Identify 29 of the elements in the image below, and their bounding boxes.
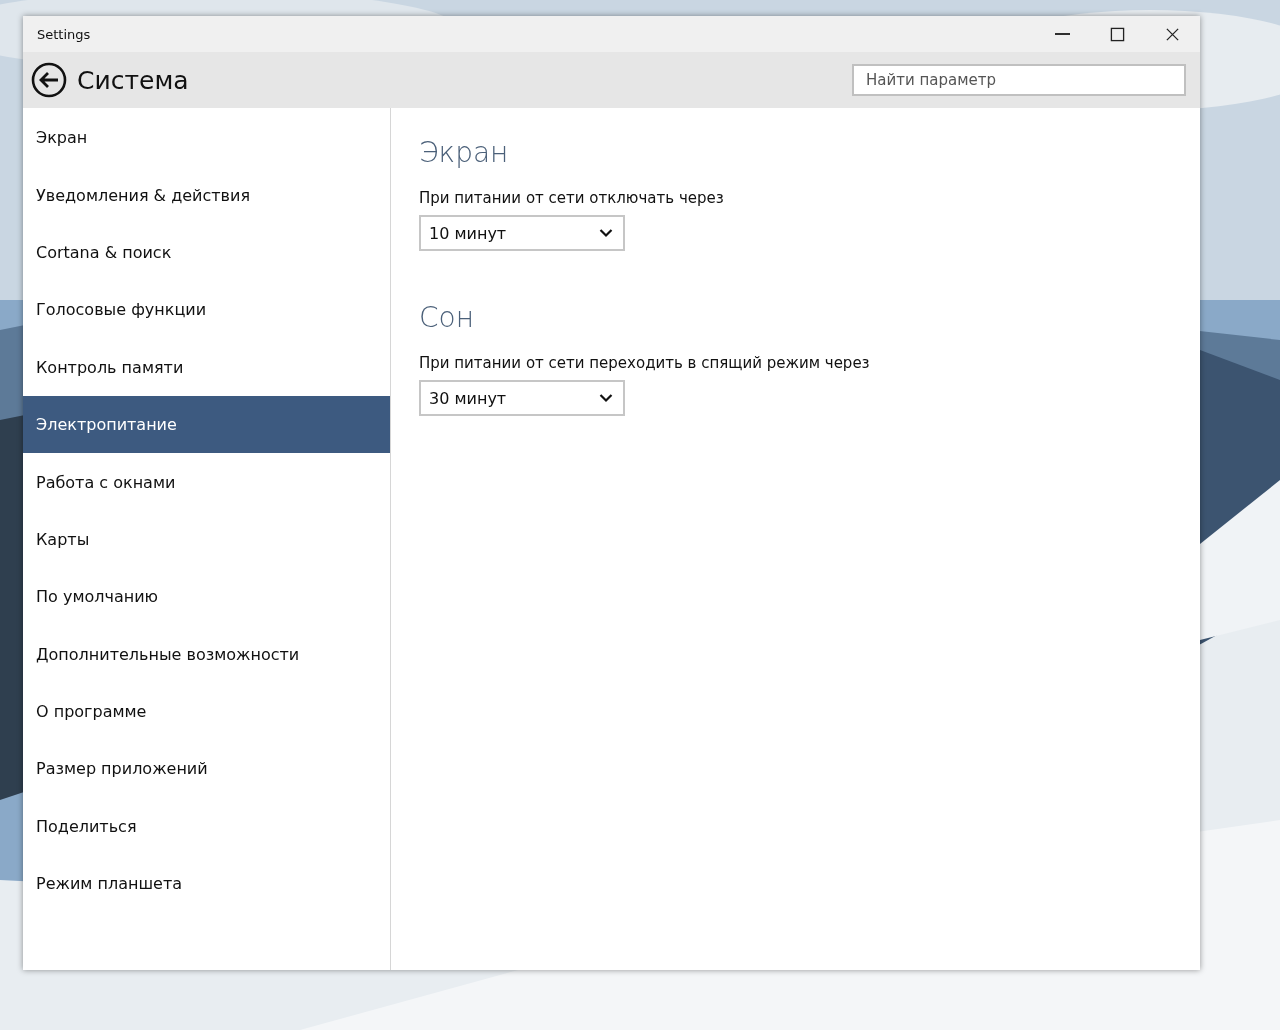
sidebar-item[interactable]: Cortana & поиск xyxy=(23,223,390,282)
close-icon xyxy=(1165,26,1180,42)
dropdown[interactable]: 30 минут xyxy=(419,380,625,416)
section-heading: Сон xyxy=(419,301,474,334)
sidebar-item[interactable]: Голосовые функции xyxy=(23,281,390,339)
sidebar-item[interactable]: Карты xyxy=(23,510,390,569)
sidebar-item[interactable]: Дополнительные возможности xyxy=(23,625,390,683)
sidebar-item[interactable]: Экран xyxy=(23,109,390,167)
search-field[interactable]: Найти параметр xyxy=(852,64,1186,96)
chevron-down-icon xyxy=(599,393,613,403)
back-button[interactable] xyxy=(29,60,69,100)
sidebar-item[interactable]: О программе xyxy=(23,682,390,741)
sidebar-item[interactable]: Режим планшета xyxy=(23,855,390,913)
dropdown[interactable]: 10 минут xyxy=(419,215,625,251)
sidebar-item[interactable]: Уведомления & действия xyxy=(23,166,390,224)
sidebar-item[interactable]: Поделиться xyxy=(23,797,390,856)
maximize-icon xyxy=(1110,26,1125,42)
setting-label: При питании от сети отключать через xyxy=(419,189,724,207)
section-heading: Экран xyxy=(419,136,509,169)
sidebar-item[interactable]: Размер приложений xyxy=(23,740,390,798)
sidebar-item[interactable]: Электропитание xyxy=(23,395,390,454)
page-title: Система xyxy=(77,65,190,95)
sidebar-item[interactable]: Контроль памяти xyxy=(23,338,390,396)
window-title: Settings xyxy=(37,26,91,42)
sidebar-item[interactable]: По умолчанию xyxy=(23,568,390,626)
sidebar-item[interactable]: Работа с окнами xyxy=(23,453,390,511)
minimize-icon xyxy=(1055,33,1070,35)
chevron-down-icon xyxy=(599,228,613,238)
setting-label: При питании от сети переходить в спящий режим через xyxy=(419,354,870,372)
